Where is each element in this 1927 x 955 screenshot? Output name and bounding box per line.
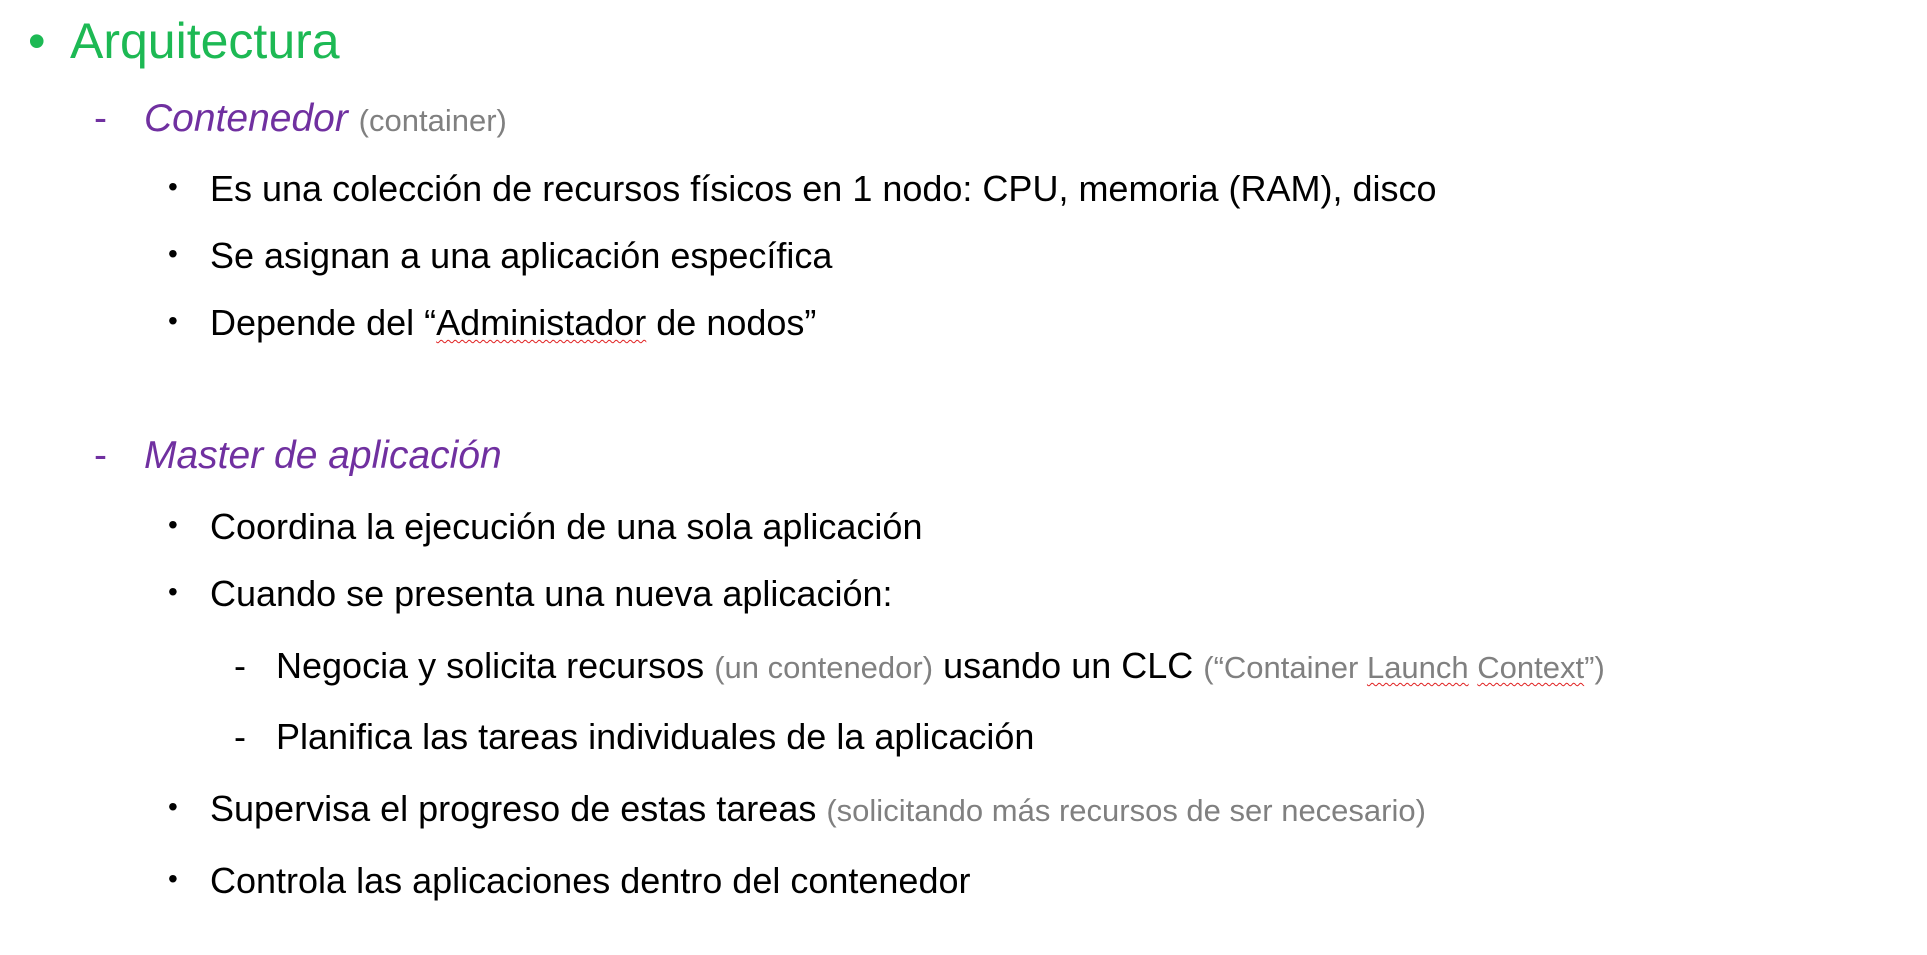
bullet-icon: • — [168, 791, 178, 822]
heading-text: Arquitectura — [70, 13, 340, 69]
spellcheck-mark: Context — [1477, 650, 1585, 685]
spellcheck-mark: Launch — [1366, 650, 1469, 685]
spellcheck-mark: Administador — [436, 302, 647, 343]
dash-icon: - — [94, 434, 107, 477]
bullet-icon: • — [168, 509, 178, 540]
bullet-icon: • — [168, 576, 178, 607]
dash-icon: - — [234, 645, 246, 686]
bullet-icon: • — [28, 13, 46, 69]
section-title-note: (container) — [358, 103, 507, 138]
section-title-text: Contenedor (container) — [144, 97, 507, 140]
bullet-icon: • — [168, 171, 178, 202]
bullet-icon: • — [168, 305, 178, 336]
dash-icon: - — [94, 97, 107, 140]
dash-icon: - — [234, 716, 246, 757]
slide: • Arquitectura - Contenedor (container) … — [28, 13, 1605, 901]
bullet-icon: • — [168, 863, 178, 894]
bullet-icon: • — [168, 238, 178, 269]
